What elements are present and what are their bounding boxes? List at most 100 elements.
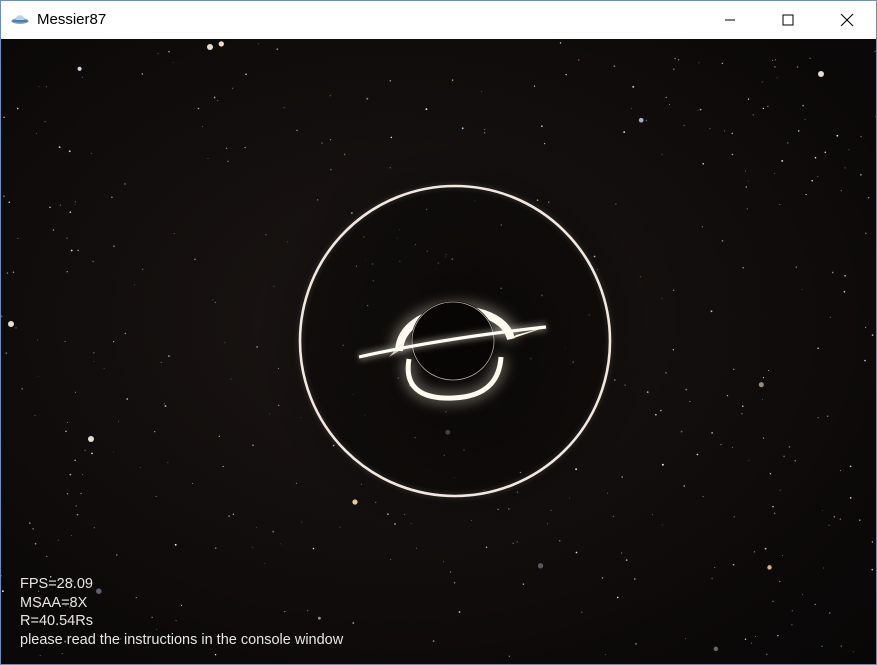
star: [115, 554, 118, 556]
star: [741, 413, 743, 415]
star: [781, 159, 784, 162]
star: [15, 327, 17, 329]
star: [605, 654, 606, 655]
star: [218, 41, 224, 47]
star: [744, 638, 747, 640]
star: [214, 654, 217, 656]
star: [661, 463, 664, 466]
star: [616, 596, 619, 599]
star: [34, 542, 37, 545]
star: [225, 147, 228, 149]
star: [797, 130, 800, 132]
star: [631, 107, 632, 109]
star: [721, 240, 724, 242]
star: [74, 204, 76, 205]
star: [191, 482, 193, 484]
star: [826, 415, 829, 417]
star: [814, 603, 817, 606]
star: [623, 131, 626, 134]
star: [244, 147, 246, 149]
star: [710, 310, 713, 313]
star: [698, 62, 700, 64]
star: [217, 99, 219, 102]
star: [565, 73, 567, 76]
star: [776, 77, 778, 79]
star: [228, 515, 231, 518]
star: [45, 86, 47, 88]
star: [1, 575, 2, 577]
star: [21, 388, 23, 390]
star: [751, 642, 752, 644]
app-window: Messier87 FPS=28.09 MSAA=8X R=40.54Rs pl…: [0, 0, 877, 665]
star: [74, 459, 76, 461]
close-button[interactable]: [818, 1, 876, 39]
star: [537, 563, 544, 569]
star: [154, 430, 156, 433]
star: [655, 414, 657, 416]
star: [822, 510, 823, 512]
star: [817, 176, 819, 178]
star: [871, 334, 874, 336]
star: [366, 97, 369, 100]
star: [252, 546, 254, 548]
star: [674, 57, 676, 60]
star: [634, 578, 636, 580]
star: [711, 577, 713, 580]
star: [547, 523, 548, 525]
star: [544, 143, 546, 145]
star: [762, 399, 763, 400]
star: [59, 204, 61, 206]
star: [701, 226, 703, 228]
star: [661, 524, 663, 526]
star: [71, 535, 72, 536]
star: [791, 624, 793, 626]
star: [103, 368, 105, 369]
star: [415, 547, 417, 549]
star: [772, 59, 773, 61]
star: [672, 349, 675, 351]
star: [865, 326, 867, 329]
star: [747, 98, 750, 100]
star: [844, 167, 846, 169]
star: [124, 332, 127, 335]
star: [660, 409, 662, 412]
maximize-button[interactable]: [759, 1, 817, 39]
star: [68, 150, 71, 153]
title-bar[interactable]: Messier87: [1, 1, 876, 39]
star: [37, 339, 39, 341]
star: [829, 316, 831, 318]
star: [516, 541, 518, 543]
star: [755, 636, 756, 637]
star: [8, 201, 11, 204]
star: [748, 460, 750, 462]
star: [831, 271, 834, 274]
star: [795, 266, 797, 268]
star: [769, 473, 772, 475]
star: [443, 561, 445, 563]
star: [746, 208, 748, 210]
star: [696, 453, 699, 456]
minimize-button[interactable]: [701, 1, 759, 39]
bright-star: [8, 321, 14, 327]
star: [761, 81, 763, 83]
star: [840, 190, 842, 192]
star: [126, 398, 129, 400]
star: [860, 173, 862, 176]
star: [283, 107, 285, 109]
star: [665, 372, 667, 374]
star: [867, 196, 870, 199]
star: [726, 395, 729, 397]
star: [745, 170, 747, 172]
radius-readout: R=40.54Rs: [20, 613, 93, 630]
star: [52, 229, 55, 231]
star: [296, 129, 298, 132]
render-viewport[interactable]: FPS=28.09 MSAA=8X R=40.54Rs please read …: [1, 39, 876, 664]
star: [69, 211, 72, 213]
star: [865, 232, 867, 235]
star: [222, 465, 224, 468]
star: [66, 237, 68, 239]
star: [76, 513, 79, 516]
star: [874, 51, 876, 53]
star: [512, 542, 514, 544]
maximize-icon: [782, 14, 794, 26]
